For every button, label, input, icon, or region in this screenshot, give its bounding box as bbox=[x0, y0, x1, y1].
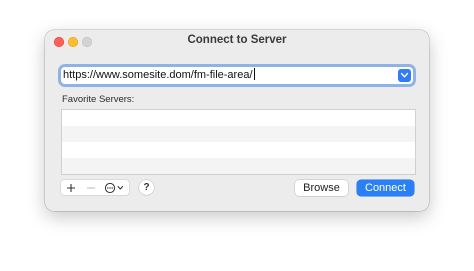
favorites-toolbar bbox=[61, 180, 129, 195]
server-address-value: https://www.somesite.dom/fm-file-area/ bbox=[63, 69, 253, 81]
connect-button[interactable]: Connect bbox=[357, 180, 414, 196]
favorite-actions-menu-button[interactable] bbox=[101, 180, 129, 195]
list-row[interactable] bbox=[62, 142, 415, 158]
remove-favorite-button[interactable] bbox=[81, 180, 101, 195]
chevron-down-icon bbox=[400, 72, 409, 78]
recent-servers-dropdown-button[interactable] bbox=[398, 69, 411, 82]
plus-icon bbox=[67, 183, 75, 192]
list-row[interactable] bbox=[62, 126, 415, 142]
add-favorite-button[interactable] bbox=[61, 180, 81, 195]
list-row[interactable] bbox=[62, 158, 415, 174]
help-button[interactable]: ? bbox=[139, 180, 154, 195]
window-title: Connect to Server bbox=[187, 34, 287, 46]
favorite-servers-label: Favorite Servers: bbox=[62, 94, 135, 105]
text-caret bbox=[253, 68, 255, 80]
list-row[interactable] bbox=[62, 110, 415, 126]
minus-icon bbox=[87, 186, 95, 189]
server-address-field[interactable]: https://www.somesite.dom/fm-file-area/ bbox=[61, 67, 413, 84]
favorite-servers-list[interactable] bbox=[61, 109, 416, 175]
ellipsis-circle-icon bbox=[104, 182, 124, 193]
server-address-input[interactable]: https://www.somesite.dom/fm-file-area/ bbox=[63, 68, 255, 81]
title-bar[interactable]: Connect to Server bbox=[45, 30, 429, 52]
browse-button[interactable]: Browse bbox=[295, 180, 348, 196]
connect-to-server-window: Connect to Server https://www.somesite.d… bbox=[45, 30, 429, 211]
